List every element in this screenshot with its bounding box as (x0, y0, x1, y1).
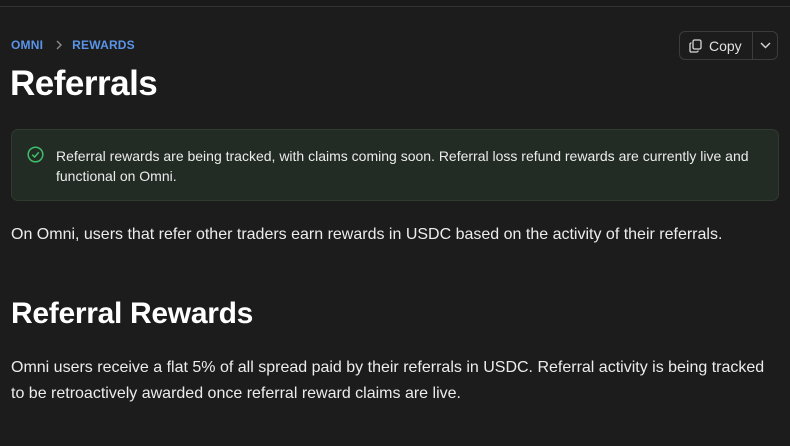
copy-icon (689, 38, 702, 53)
check-circle-icon (27, 146, 44, 168)
page-title: Referrals (10, 64, 158, 103)
breadcrumb-item-omni[interactable]: OMNI (11, 38, 43, 52)
breadcrumb-item-rewards[interactable]: REWARDS (72, 38, 135, 52)
section-heading: Referral Rewards (11, 297, 253, 330)
copy-button[interactable]: Copy (680, 32, 753, 59)
info-callout: Referral rewards are being tracked, with… (11, 129, 779, 201)
top-bar (0, 0, 790, 7)
copy-button-group: Copy (679, 31, 778, 60)
breadcrumb: OMNI REWARDS (11, 38, 135, 52)
copy-options-dropdown[interactable] (753, 32, 777, 59)
copy-button-label: Copy (709, 37, 742, 54)
callout-text: Referral rewards are being tracked, with… (56, 148, 749, 184)
section-paragraph: Omni users receive a flat 5% of all spre… (11, 359, 765, 402)
intro-paragraph: On Omni, users that refer other traders … (11, 226, 723, 243)
chevron-right-icon (55, 40, 63, 50)
chevron-down-icon (760, 42, 771, 49)
